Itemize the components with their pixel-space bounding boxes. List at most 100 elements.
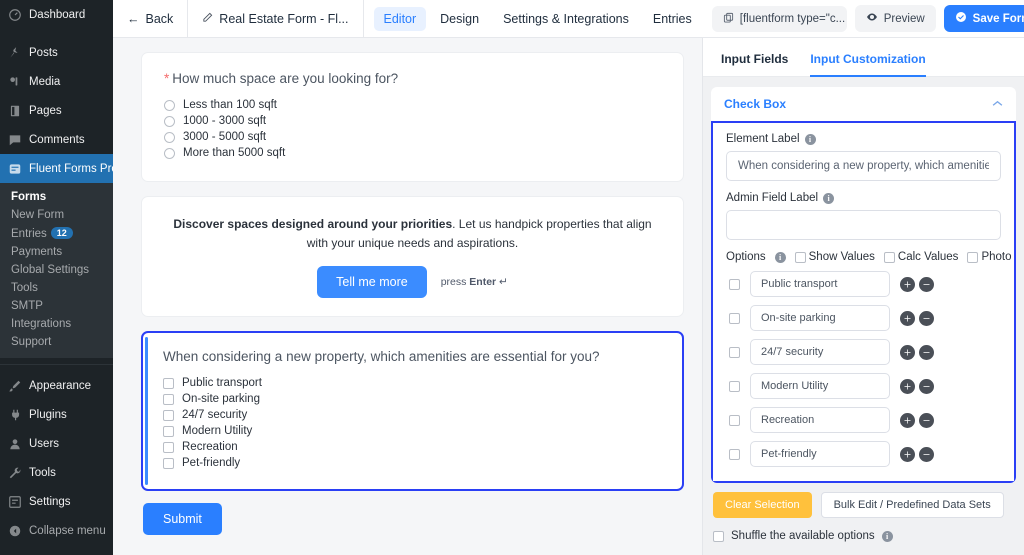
checkbox-icon[interactable] [967, 251, 979, 263]
shortcode-button[interactable]: [fluentform type="c... [711, 5, 847, 32]
tab-input-fields[interactable]: Input Fields [721, 52, 788, 76]
checkbox-option[interactable]: Pet-friendly [163, 457, 662, 469]
radio-icon[interactable] [164, 131, 175, 143]
option-label: 3000 - 5000 sqft [183, 131, 267, 143]
radio-option[interactable]: Less than 100 sqft [164, 99, 661, 111]
sidebar-item-media[interactable]: Media [0, 67, 113, 96]
checkbox-icon[interactable] [883, 251, 895, 263]
option-value-input[interactable] [750, 373, 890, 399]
submit-button[interactable]: Submit [143, 503, 222, 536]
back-button[interactable]: ← Back [113, 0, 187, 38]
checkbox-icon[interactable] [163, 457, 174, 469]
option-value-input[interactable] [750, 271, 890, 297]
tell-me-more-button[interactable]: Tell me more [317, 266, 427, 299]
sidebar-item-dashboard[interactable]: Dashboard [0, 0, 113, 29]
sidebar-item-appearance[interactable]: Appearance [0, 371, 113, 400]
info-icon[interactable]: i [881, 530, 893, 542]
radio-icon[interactable] [164, 99, 175, 111]
checkbox-option[interactable]: Modern Utility [163, 425, 662, 437]
sidebar-subitem-entries[interactable]: Entries 12 [0, 224, 113, 243]
preview-button[interactable]: Preview [854, 5, 936, 32]
photo-checkbox[interactable]: Photo [967, 251, 1012, 263]
default-selected-checkbox[interactable] [729, 414, 740, 426]
default-selected-checkbox[interactable] [729, 312, 740, 324]
checkbox-option[interactable]: Recreation [163, 441, 662, 453]
add-option-icon[interactable] [900, 412, 915, 428]
radio-icon[interactable] [164, 115, 175, 127]
remove-option-icon[interactable] [919, 412, 934, 428]
clear-selection-button[interactable]: Clear Selection [713, 492, 812, 518]
chevron-up-icon[interactable] [992, 98, 1003, 110]
default-selected-checkbox[interactable] [729, 380, 740, 392]
calc-values-checkbox[interactable]: Calc Values [883, 251, 958, 263]
checkbox-option[interactable]: Public transport [163, 377, 662, 389]
option-value-input[interactable] [750, 441, 890, 467]
radio-icon[interactable] [164, 147, 175, 159]
add-option-icon[interactable] [900, 378, 915, 394]
add-option-icon[interactable] [900, 344, 915, 360]
bulk-edit-button[interactable]: Bulk Edit / Predefined Data Sets [820, 492, 1004, 518]
option-value-input[interactable] [750, 339, 890, 365]
save-form-button[interactable]: Save Form [943, 5, 1024, 32]
info-icon[interactable]: i [804, 133, 816, 145]
sidebar-item-posts[interactable]: Posts [0, 38, 113, 67]
sidebar-subitem-integrations[interactable]: Integrations [0, 315, 113, 333]
sidebar-subitem-support[interactable]: Support [0, 333, 113, 351]
option-value-input[interactable] [750, 305, 890, 331]
add-option-icon[interactable] [900, 310, 915, 326]
tab-input-customization[interactable]: Input Customization [810, 52, 927, 77]
sidebar-item-settings[interactable]: Settings [0, 487, 113, 516]
radio-option[interactable]: More than 5000 sqft [164, 147, 661, 159]
checkbox-icon[interactable] [163, 377, 174, 389]
add-option-icon[interactable] [900, 446, 915, 462]
remove-option-icon[interactable] [919, 344, 934, 360]
checkbox-icon[interactable] [163, 409, 174, 421]
sidebar-subitem-smtp[interactable]: SMTP [0, 297, 113, 315]
sidebar-item-fluent-forms-pro[interactable]: Fluent Forms Pro [0, 154, 113, 183]
sidebar-item-users[interactable]: Users [0, 429, 113, 458]
checkbox-icon[interactable] [163, 441, 174, 453]
show-values-checkbox[interactable]: Show Values [794, 251, 875, 263]
remove-option-icon[interactable] [919, 378, 934, 394]
sidebar-subitem-payments[interactable]: Payments [0, 243, 113, 261]
default-selected-checkbox[interactable] [729, 448, 740, 460]
sidebar-item-pages[interactable]: Pages [0, 96, 113, 125]
tab-design[interactable]: Design [430, 7, 489, 31]
info-icon[interactable]: i [774, 251, 786, 263]
sidebar-item-tools[interactable]: Tools [0, 458, 113, 487]
topbar-actions: [fluentform type="c... Preview Save Form [711, 5, 1024, 32]
checkbox-icon[interactable] [163, 425, 174, 437]
add-option-icon[interactable] [900, 276, 915, 292]
tab-editor[interactable]: Editor [373, 6, 427, 31]
shuffle-options-row[interactable]: Shuffle the available options i [713, 530, 1016, 542]
checkbox-icon[interactable] [713, 530, 724, 542]
radio-option[interactable]: 3000 - 5000 sqft [164, 131, 661, 143]
checkbox-icon[interactable] [163, 393, 174, 405]
admin-field-label-input[interactable] [726, 210, 1001, 240]
tab-entries[interactable]: Entries [643, 7, 702, 31]
field-card-space-question[interactable]: * How much space are you looking for? Les… [141, 52, 684, 182]
form-title[interactable]: Real Estate Form - Fl... [187, 0, 364, 38]
sidebar-subitem-tools[interactable]: Tools [0, 279, 113, 297]
default-selected-checkbox[interactable] [729, 346, 740, 358]
radio-option[interactable]: 1000 - 3000 sqft [164, 115, 661, 127]
checkbox-option[interactable]: On-site parking [163, 393, 662, 405]
tab-settings-integrations[interactable]: Settings & Integrations [493, 7, 639, 31]
sidebar-item-comments[interactable]: Comments [0, 125, 113, 154]
checkbox-icon[interactable] [794, 251, 806, 263]
default-selected-checkbox[interactable] [729, 278, 740, 290]
remove-option-icon[interactable] [919, 310, 934, 326]
info-icon[interactable]: i [823, 192, 835, 204]
accordion-header[interactable]: Check Box [711, 87, 1016, 121]
element-label-input[interactable] [726, 151, 1001, 181]
sidebar-item-collapse-menu[interactable]: Collapse menu [0, 516, 113, 545]
sidebar-subitem-global-settings[interactable]: Global Settings [0, 261, 113, 279]
option-value-input[interactable] [750, 407, 890, 433]
sidebar-subitem-new-form[interactable]: New Form [0, 206, 113, 224]
remove-option-icon[interactable] [919, 446, 934, 462]
remove-option-icon[interactable] [919, 276, 934, 292]
sidebar-subitem-forms[interactable]: Forms [0, 188, 113, 206]
sidebar-item-plugins[interactable]: Plugins [0, 400, 113, 429]
field-card-amenities-checkbox[interactable]: When considering a new property, which a… [141, 331, 684, 492]
checkbox-option[interactable]: 24/7 security [163, 409, 662, 421]
